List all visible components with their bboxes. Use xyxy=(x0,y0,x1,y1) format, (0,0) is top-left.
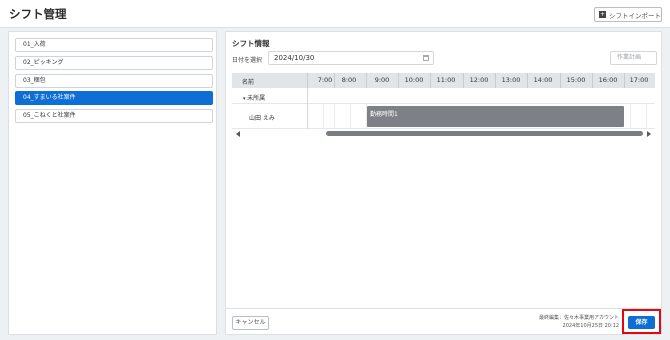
grid-line xyxy=(350,104,351,129)
grid-line xyxy=(334,104,335,129)
last-edited-info: 最終編集：佐々木事業用アカウント 2024年10月25日 20:12 xyxy=(539,314,619,330)
scroll-left-icon[interactable] xyxy=(236,131,240,137)
section-title: シフト情報 xyxy=(232,39,270,48)
name-column-header: 名前 xyxy=(242,79,255,86)
hour-label: 10:00 xyxy=(404,76,424,84)
app-header: シフト管理 + シフトインポート xyxy=(0,0,670,28)
scrollbar-thumb[interactable] xyxy=(326,131,643,136)
shift-info-panel: シフト情報 日付を選択 2024/10/30 作業計画 名前 7:00 8:00… xyxy=(225,31,662,335)
shift-timeline-grid: 名前 7:00 8:00 9:00 10:00 11:00 12:00 13:0… xyxy=(232,73,655,138)
horizontal-scrollbar[interactable] xyxy=(232,130,655,138)
grid-line xyxy=(646,104,647,129)
list-item-inbound[interactable]: 01_入荷 xyxy=(15,38,213,52)
date-input[interactable]: 2024/10/30 xyxy=(268,51,434,65)
name-column-divider xyxy=(307,88,308,129)
hour-label: 17:00 xyxy=(629,76,649,84)
hour-label: 11:00 xyxy=(436,76,456,84)
date-label: 日付を選択 xyxy=(232,57,263,64)
shift-bar[interactable]: 勤務時間1 xyxy=(367,106,624,127)
work-plan-button[interactable]: 作業計画 xyxy=(610,51,657,65)
last-edited-at: 2024年10月25日 20:12 xyxy=(562,323,619,329)
grid-line xyxy=(630,104,631,129)
list-item-packing[interactable]: 03_梱包 xyxy=(15,74,213,88)
timeline-header: 名前 7:00 8:00 9:00 10:00 11:00 12:00 13:0… xyxy=(232,73,655,88)
scroll-right-icon[interactable] xyxy=(647,131,651,137)
list-item-connect-project[interactable]: 05_こねくと社案件 xyxy=(15,109,213,123)
shift-import-label: シフトインポート xyxy=(609,11,661,20)
shift-import-button[interactable]: + シフトインポート xyxy=(594,7,662,22)
hour-label: 9:00 xyxy=(374,76,390,84)
shift-group-list: 01_入荷 02_ピッキング 03_梱包 04_すまいる社案件 05_こねくと社… xyxy=(8,31,217,335)
person-row: 山田 えみ 勤務時間1 xyxy=(232,104,655,129)
hour-label: 8:00 xyxy=(341,76,357,84)
hour-label: 13:00 xyxy=(501,76,521,84)
plus-icon: + xyxy=(599,11,606,18)
panel-footer: キャンセル 最終編集：佐々木事業用アカウント 2024年10月25日 20:12… xyxy=(226,308,661,334)
page-title: シフト管理 xyxy=(9,7,67,21)
shift-label: 勤務時間1 xyxy=(370,111,398,118)
calendar-icon[interactable] xyxy=(423,55,429,61)
group-row-unassigned[interactable]: ▾ 未所属 xyxy=(232,88,655,104)
hour-divider xyxy=(307,73,308,88)
save-button[interactable]: 保存 xyxy=(628,316,655,329)
hour-label: 15:00 xyxy=(566,76,586,84)
grid-line xyxy=(323,104,324,129)
work-plan-label: 作業計画 xyxy=(617,54,642,61)
group-label-text: 未所属 xyxy=(247,95,266,102)
hour-label: 12:00 xyxy=(469,76,489,84)
hour-label: 16:00 xyxy=(598,76,618,84)
date-value: 2024/10/30 xyxy=(274,54,315,62)
list-item-smile-project[interactable]: 04_すまいる社案件 xyxy=(15,91,213,105)
person-name: 山田 えみ xyxy=(249,115,275,122)
last-edited-by: 最終編集：佐々木事業用アカウント xyxy=(538,315,619,321)
group-label: ▾ 未所属 xyxy=(243,93,265,102)
save-highlight-box: 保存 xyxy=(622,309,661,334)
list-item-picking[interactable]: 02_ピッキング xyxy=(15,56,213,70)
hour-label: 14:00 xyxy=(533,76,553,84)
cancel-button[interactable]: キャンセル xyxy=(232,316,269,330)
